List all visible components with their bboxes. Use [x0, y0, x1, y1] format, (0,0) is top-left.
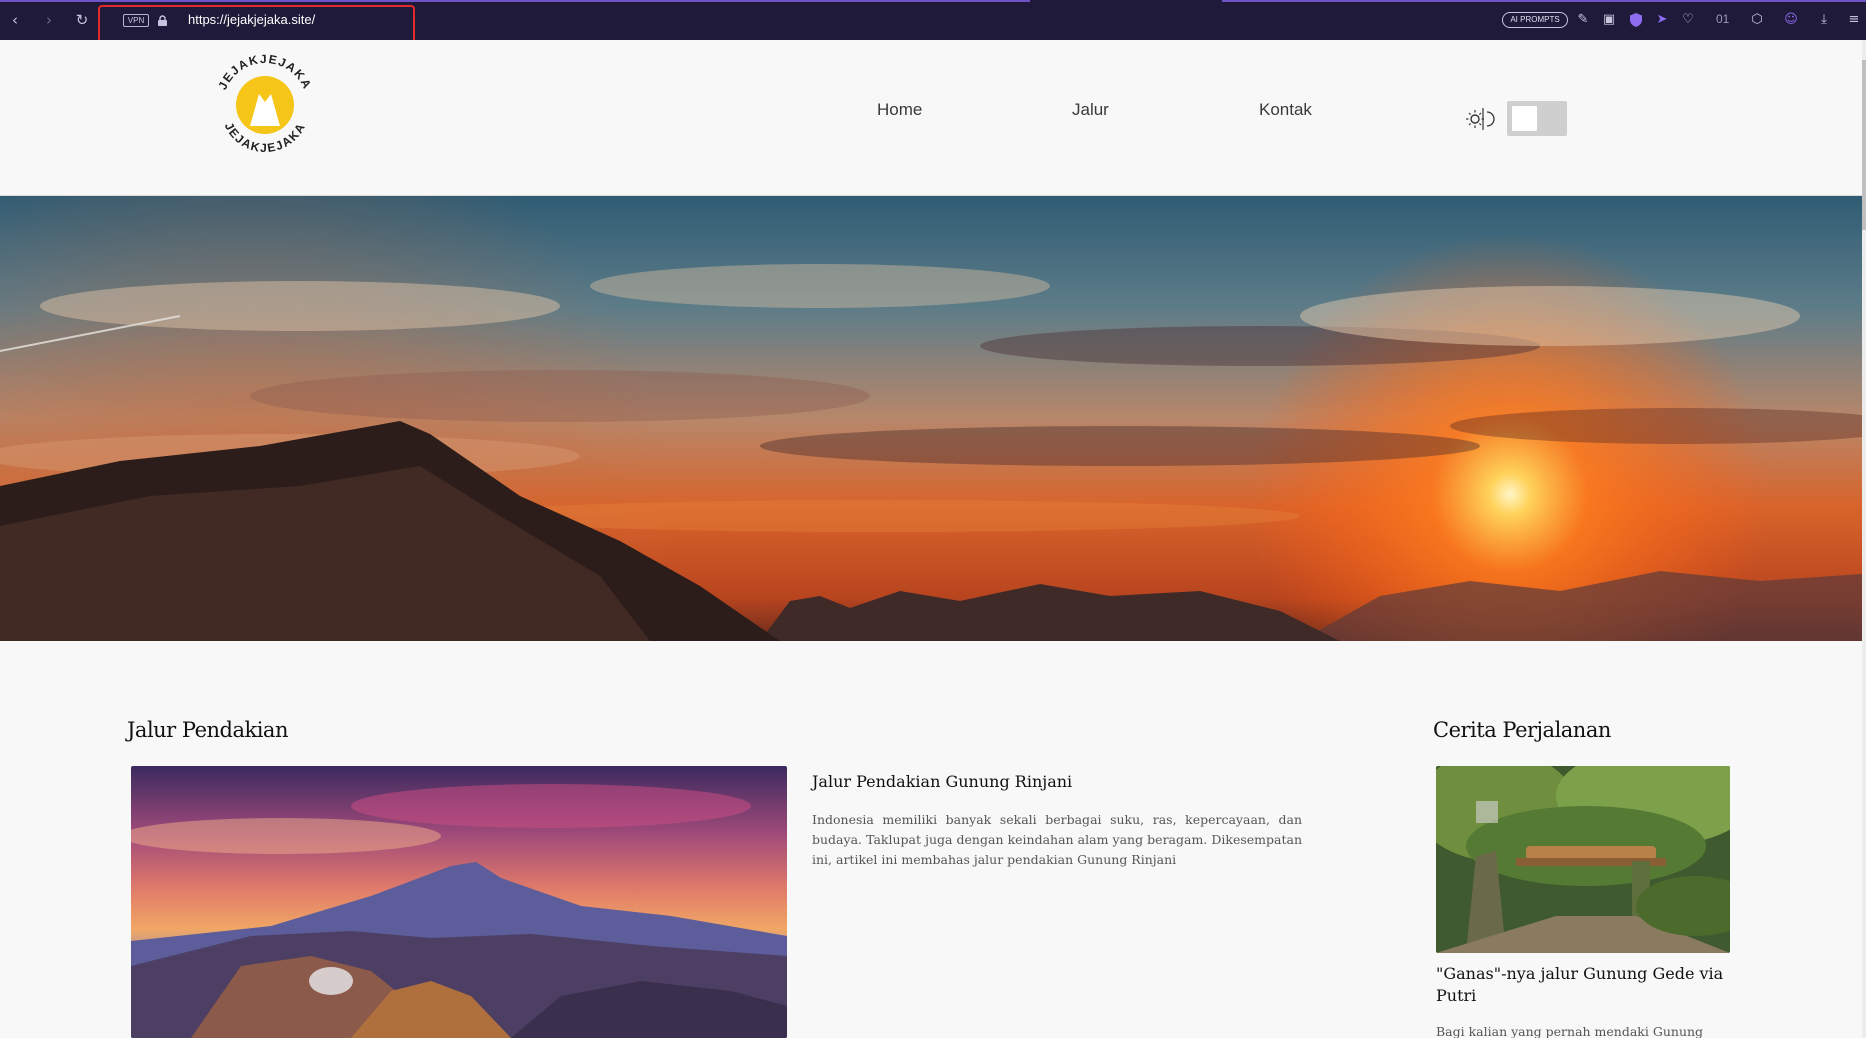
toggle-knob — [1512, 106, 1537, 131]
nav-home[interactable]: Home — [877, 100, 922, 120]
cerita-section-title: Cerita Perjalanan — [1433, 718, 1611, 742]
menu-icon[interactable]: ≡ — [1845, 11, 1863, 29]
story-excerpt: Bagi kalian yang pernah mendaki Gunung — [1436, 1024, 1704, 1038]
jalur-section-title: Jalur Pendakian — [127, 718, 288, 742]
profile-icon[interactable]: ☺ — [1782, 11, 1800, 29]
shield-icon[interactable] — [1627, 11, 1645, 29]
ai-prompts-button[interactable]: AI PROMPTS — [1502, 12, 1568, 28]
tab-counter: 01 — [1716, 12, 1730, 26]
edit-icon[interactable]: ✎ — [1574, 11, 1592, 29]
nav-kontak[interactable]: Kontak — [1259, 100, 1312, 120]
send-icon[interactable]: ➤ — [1653, 11, 1671, 29]
article-excerpt: Indonesia memiliki banyak sekali berbaga… — [812, 812, 1302, 867]
heart-icon[interactable]: ♡ — [1679, 11, 1697, 29]
page-scrollbar[interactable] — [1862, 40, 1866, 1038]
theme-toggle[interactable] — [1507, 101, 1567, 136]
article-title[interactable]: Jalur Pendakian Gunung Rinjani — [812, 772, 1072, 791]
gunung-gede-trail-image[interactable] — [1436, 766, 1730, 953]
story-title[interactable]: "Ganas"-nya jalur Gunung Gede via Putri — [1436, 963, 1736, 1007]
download-icon[interactable]: ⤓ — [1815, 11, 1833, 29]
back-icon[interactable]: ‹ — [6, 11, 24, 29]
scrollbar-thumb[interactable] — [1862, 60, 1866, 230]
reload-icon[interactable]: ↻ — [73, 11, 91, 29]
tab-indicator — [0, 0, 1030, 2]
cube-icon[interactable]: ⬡ — [1748, 11, 1766, 29]
tab-indicator — [1222, 0, 1866, 2]
site-header: JEJAKJEJAKA JEJAKJEJAKA Home Jalur Konta… — [0, 40, 1866, 196]
site-logo[interactable]: JEJAKJEJAKA JEJAKJEJAKA — [210, 50, 320, 160]
bromo-mountain-image[interactable] — [131, 766, 787, 1038]
forward-icon[interactable]: › — [40, 11, 58, 29]
nav-jalur[interactable]: Jalur — [1072, 100, 1109, 120]
camera-icon[interactable]: ▣ — [1600, 11, 1618, 29]
hero-sunset-image — [0, 196, 1862, 641]
sun-moon-icon — [1466, 108, 1495, 130]
